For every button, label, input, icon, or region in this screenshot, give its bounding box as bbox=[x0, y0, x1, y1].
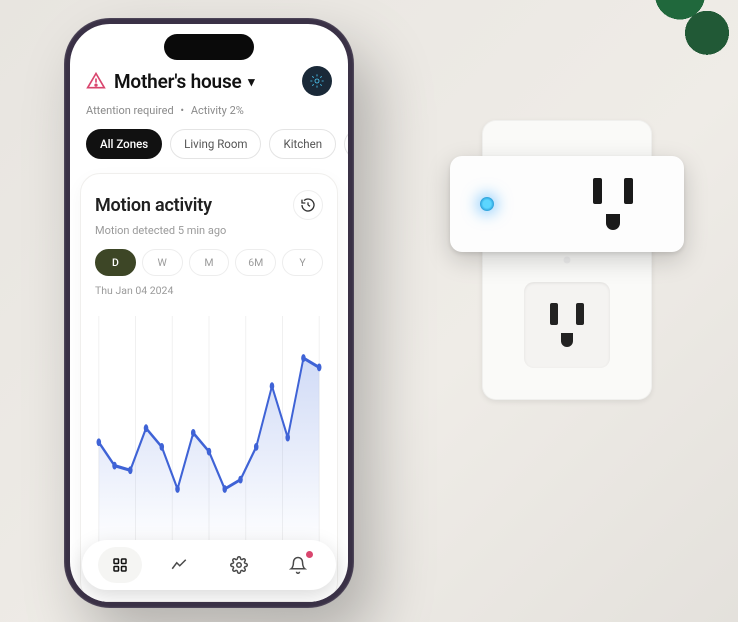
smart-plug-socket bbox=[576, 167, 650, 241]
zone-chip-living-room[interactable]: Living Room bbox=[170, 129, 261, 159]
smart-plug-device bbox=[450, 156, 684, 252]
smart-plug-led bbox=[480, 197, 494, 211]
nav-activity[interactable] bbox=[157, 547, 201, 583]
range-m[interactable]: M bbox=[189, 249, 230, 276]
bottom-nav bbox=[82, 540, 336, 590]
activity-line-chart[interactable] bbox=[95, 303, 323, 579]
chevron-down-icon: ▾ bbox=[248, 75, 254, 90]
motion-activity-card: Motion activity Motion detected 5 min ag… bbox=[80, 173, 338, 602]
wall-outlet-lower bbox=[524, 282, 610, 368]
nav-settings[interactable] bbox=[217, 547, 261, 583]
phone-screen: Mother's house ▾ Attention required • Ac… bbox=[70, 24, 348, 602]
zone-chip-all-zones[interactable]: All Zones bbox=[86, 129, 162, 159]
decorative-plant bbox=[627, 0, 738, 84]
status-attention: Attention required bbox=[86, 104, 174, 117]
phone-notch bbox=[164, 34, 254, 60]
alert-icon bbox=[86, 71, 106, 91]
nav-alerts-badge bbox=[306, 551, 313, 558]
profile-avatar[interactable] bbox=[302, 66, 332, 96]
chart-date-label: Thu Jan 04 2024 bbox=[95, 284, 323, 297]
range-y[interactable]: Y bbox=[282, 249, 323, 276]
nav-alerts[interactable] bbox=[276, 547, 320, 583]
card-subtitle: Motion detected 5 min ago bbox=[95, 224, 323, 237]
location-selector[interactable]: Mother's house ▾ bbox=[114, 70, 294, 93]
location-label: Mother's house bbox=[114, 70, 242, 93]
range-d[interactable]: D bbox=[95, 249, 136, 276]
zone-chip-bath[interactable]: Bath bbox=[344, 129, 348, 159]
range-selector[interactable]: DWM6MY bbox=[95, 249, 323, 276]
phone-frame: Mother's house ▾ Attention required • Ac… bbox=[64, 18, 354, 608]
nav-home[interactable] bbox=[98, 547, 142, 583]
zone-chip-row[interactable]: All Zones Living Room Kitchen Bath bbox=[70, 129, 348, 173]
range-w[interactable]: W bbox=[142, 249, 183, 276]
card-title: Motion activity bbox=[95, 195, 293, 216]
status-activity: Activity 2% bbox=[191, 104, 244, 117]
range-6m[interactable]: 6M bbox=[235, 249, 276, 276]
zone-chip-kitchen[interactable]: Kitchen bbox=[269, 129, 336, 159]
history-button[interactable] bbox=[293, 190, 323, 220]
status-subline: Attention required • Activity 2% bbox=[70, 104, 348, 129]
